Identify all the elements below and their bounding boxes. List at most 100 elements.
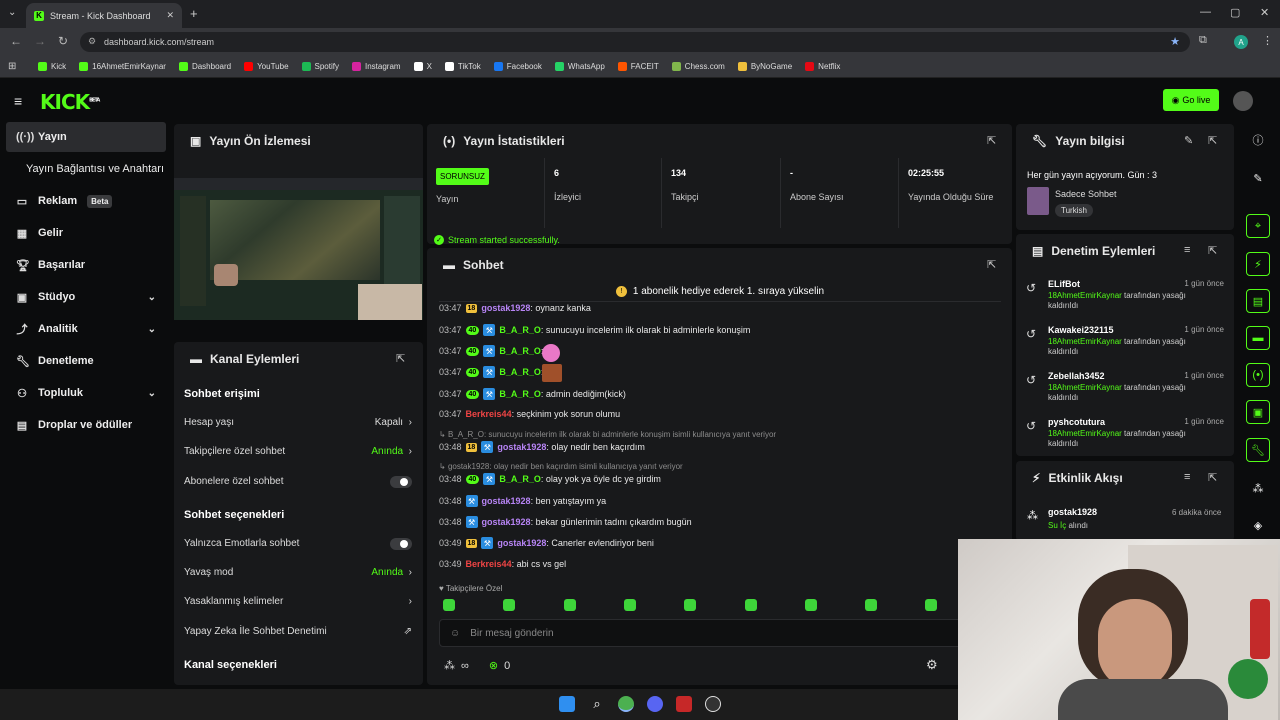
bookmark-item[interactable]: Instagram <box>351 62 401 71</box>
chat-rail-icon[interactable]: ▬ <box>1246 326 1270 350</box>
gift-rail-icon[interactable]: ⁂ <box>1246 476 1270 500</box>
bookmark-item[interactable]: Netflix <box>805 62 840 71</box>
message-username[interactable]: B_A_R_O <box>499 367 541 377</box>
log-rail-icon[interactable]: ▤ <box>1246 289 1270 313</box>
obs-icon[interactable] <box>705 696 721 712</box>
reload-icon[interactable]: ↻ <box>58 34 68 48</box>
ai-moderation-setting[interactable]: Yapay Zeka İle Sohbet Denetimi ⇗ <box>184 626 412 637</box>
sidebar-item-studyo[interactable]: ▣ Stüdyo ⌄ <box>6 282 166 312</box>
message-username[interactable]: B_A_R_O <box>499 346 541 356</box>
popout-icon[interactable]: ⇱ <box>987 134 996 147</box>
bookmark-item[interactable]: Kick <box>38 62 66 71</box>
site-info-icon[interactable]: ⚙ <box>88 36 96 47</box>
popout-icon[interactable]: ⇱ <box>987 258 996 271</box>
chat-message[interactable]: 03:48 ⚒ gostak1928: ben yatıştayım ya <box>439 495 606 507</box>
bookmark-item[interactable]: Chess.com <box>671 62 725 71</box>
chat-message[interactable]: 03:4740⚒B_A_R_O: <box>439 366 543 378</box>
info-icon[interactable]: ⓘ <box>1246 128 1270 152</box>
sidebar-item-analitik[interactable]: ⤴ Analitik ⌄ <box>6 314 166 344</box>
kick-logo[interactable]: KICKBETA <box>40 90 100 114</box>
slow-mode-setting[interactable]: Yavaş mod Anında › <box>184 567 412 578</box>
account-age-setting[interactable]: Hesap yaşı Kapalı › <box>184 417 412 428</box>
message-username[interactable]: B_A_R_O <box>499 389 541 399</box>
sidebar-item-stream-key[interactable]: Yayın Bağlantısı ve Anahtarı <box>6 154 166 184</box>
minimize-icon[interactable]: — <box>1200 6 1211 18</box>
pinned-sub-banner[interactable]: ! 1 abonelik hediye ederek 1. sıraya yüks… <box>439 282 1001 302</box>
mod-action-row[interactable]: ↺ pyshcotutura 1 gün önce 18AhmetEmirKaynar… <box>1026 417 1224 459</box>
quick-emote-icon[interactable] <box>804 599 817 611</box>
category-name[interactable]: Sadece Sohbet <box>1055 189 1117 199</box>
chat-message[interactable]: 03:49 18 ⚒ gostak1928: Canerler evlendiriyo… <box>439 537 654 549</box>
sidebar-item-denetleme[interactable]: 🔧︎ Denetleme <box>6 346 166 376</box>
apps-grid-icon[interactable]: ⊞ <box>8 61 16 72</box>
filter-icon[interactable]: ≡ <box>1184 244 1190 256</box>
popout-icon[interactable]: ⇱ <box>1208 471 1217 484</box>
emote-only-toggle[interactable] <box>390 538 412 550</box>
filter-icon[interactable]: ≡ <box>1184 471 1190 483</box>
new-tab-icon[interactable]: + <box>190 6 198 21</box>
popout-icon[interactable]: ⇱ <box>1208 134 1217 147</box>
chat-message[interactable]: 03:47 Berkreis44: seçkinim yok sorun olum… <box>439 409 620 419</box>
mod-action-row[interactable]: ↺ Zebellah3452 1 gün önce 18AhmetEmirKaynar… <box>1026 371 1224 413</box>
search-icon[interactable]: ⌕ <box>589 696 605 712</box>
chat-message[interactable]: 03:47 40 ⚒ B_A_R_O: admin dediğim(kick) <box>439 388 626 400</box>
hamburger-menu-icon[interactable]: ≡ <box>14 93 22 109</box>
sidebar-item-basarilar[interactable]: 🏆︎ Başarılar <box>6 250 166 280</box>
chat-message[interactable]: 03:49 Berkreis44: abi cs vs gel <box>439 559 566 569</box>
preview-rail-icon[interactable]: ▣ <box>1246 400 1270 424</box>
url-input[interactable]: ⚙ dashboard.kick.com/stream ★ <box>80 32 1190 52</box>
browser-menu-icon[interactable]: ⋮ <box>1262 34 1273 47</box>
chat-message[interactable]: 03:48 40 ⚒ B_A_R_O: olay yok ya öyle dc ye … <box>439 473 661 485</box>
maximize-icon[interactable]: ▢ <box>1230 6 1240 19</box>
bookmark-item[interactable]: TikTok <box>444 62 481 71</box>
target-icon[interactable]: ⌖ <box>1246 214 1270 238</box>
quick-emote-icon[interactable] <box>684 599 697 611</box>
wrench-rail-icon[interactable]: 🔧︎ <box>1246 438 1270 462</box>
bookmark-star-icon[interactable]: ★ <box>1170 35 1180 48</box>
chat-settings-icon[interactable]: ⚙ <box>926 657 938 673</box>
message-username[interactable]: B_A_R_O <box>499 474 541 484</box>
popout-icon[interactable]: ⇱ <box>1208 244 1217 257</box>
message-username[interactable]: Berkreis44 <box>466 409 512 419</box>
back-icon[interactable]: ← <box>10 34 22 48</box>
quick-emote-icon[interactable] <box>744 599 757 611</box>
bolt-rail-icon[interactable]: ⚡︎ <box>1246 252 1270 276</box>
message-username[interactable]: gostak1928 <box>481 303 530 313</box>
sidebar-item-droplar[interactable]: ▤ Droplar ve ödüller <box>6 410 166 440</box>
bookmark-item[interactable]: Dashboard <box>178 62 231 71</box>
chrome-taskbar-icon[interactable] <box>618 696 634 712</box>
subs-chat-toggle[interactable] <box>390 476 412 488</box>
user-avatar[interactable] <box>1233 91 1253 111</box>
emote-picker-icon[interactable]: ☺ <box>450 628 460 639</box>
quick-emote-icon[interactable] <box>563 599 576 611</box>
broadcast-rail-icon[interactable]: (•) <box>1246 363 1270 387</box>
forward-icon[interactable]: → <box>34 34 46 48</box>
profile-avatar[interactable]: A <box>1234 35 1248 49</box>
close-tab-icon[interactable]: ✕ <box>166 10 174 21</box>
go-live-button[interactable]: ◉ Go live <box>1163 89 1219 111</box>
bookmark-item[interactable]: FACEIT <box>617 62 659 71</box>
quick-emote-icon[interactable] <box>865 599 878 611</box>
edit-icon[interactable]: ✎ <box>1184 134 1193 147</box>
bookmark-item[interactable]: Facebook <box>493 62 542 71</box>
extensions-icon[interactable]: ⧉ <box>1199 34 1207 47</box>
chat-message[interactable]: 03:47 18 gostak1928: oynanz kanka <box>439 303 591 313</box>
popout-icon[interactable]: ⇱ <box>396 352 405 365</box>
quick-emote-icon[interactable] <box>503 599 516 611</box>
close-window-icon[interactable]: ✕ <box>1260 6 1269 19</box>
banned-words-setting[interactable]: Yasaklanmış kelimeler › <box>184 596 412 607</box>
followers-chat-setting[interactable]: Takipçilere özel sohbet Anında › <box>184 446 412 457</box>
shield-rail-icon[interactable]: ◈ <box>1246 513 1270 537</box>
quick-emote-icon[interactable] <box>623 599 636 611</box>
sidebar-item-reklam[interactable]: ▭ Reklam Beta <box>6 186 166 216</box>
bookmark-item[interactable]: WhatsApp <box>554 62 605 71</box>
sidebar-item-yayin[interactable]: ((·)) Yayın <box>6 122 166 152</box>
chat-message[interactable]: 03:4740⚒B_A_R_O: <box>439 345 543 357</box>
chat-message-input[interactable]: ☺ Bir mesaj gönderin <box>439 619 969 647</box>
mod-action-row[interactable]: ↺ Kawakei232115 1 gün önce 18AhmetEmirKayna… <box>1026 325 1224 367</box>
stream-preview-video[interactable] <box>174 178 423 320</box>
chat-message[interactable]: 03:48 18 ⚒ gostak1928: olay nedir ben kaçır… <box>439 441 645 453</box>
edit-rail-icon[interactable]: ✎ <box>1246 166 1270 190</box>
start-menu-icon[interactable] <box>559 696 575 712</box>
message-username[interactable]: B_A_R_O <box>499 325 541 335</box>
